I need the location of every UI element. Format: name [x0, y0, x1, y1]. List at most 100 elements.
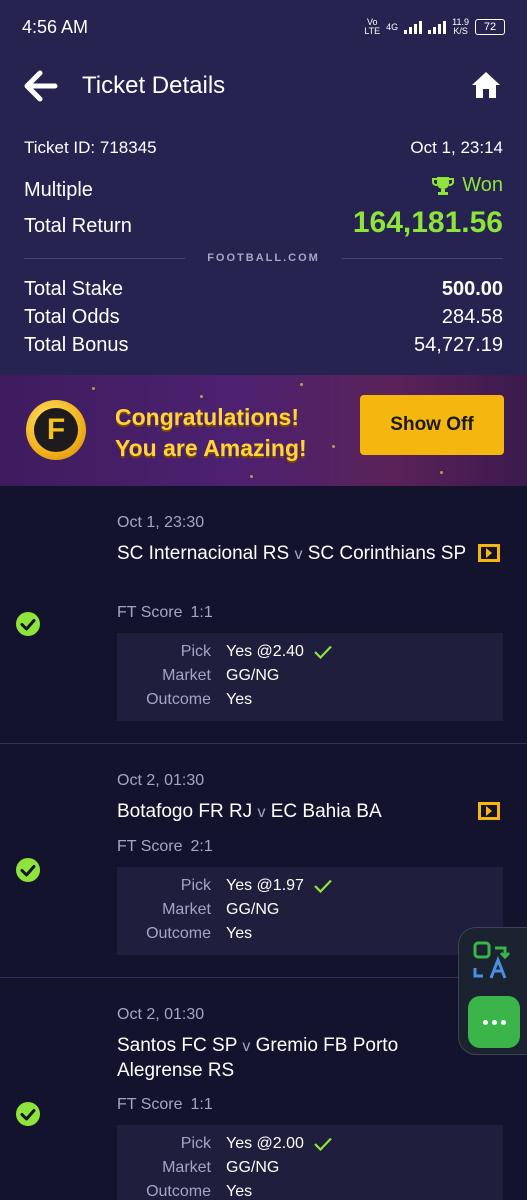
- market-value: GG/NG: [226, 901, 280, 918]
- pick-value: Yes @2.40: [226, 643, 332, 661]
- outcome-label: Outcome: [146, 1183, 211, 1200]
- match-card[interactable]: Oct 2, 01:30 Santos FC SP v Gremio FB Po…: [0, 978, 527, 1200]
- check-icon: [314, 1137, 332, 1151]
- logo-letter: F: [34, 408, 78, 452]
- match-date: Oct 2, 01:30: [117, 1006, 205, 1023]
- signal-icon-2: [428, 20, 447, 34]
- outcome-row: Outcome Yes: [117, 691, 503, 715]
- pick-text: Yes @2.40: [226, 643, 304, 660]
- check-circle-icon: [16, 612, 40, 636]
- more-dots-icon[interactable]: [468, 996, 520, 1048]
- market-row: Market GG/NG: [117, 667, 503, 691]
- market-value: GG/NG: [226, 667, 280, 684]
- net-speed: 11.9 K/S: [452, 18, 469, 36]
- ticket-id: Ticket ID: 718345: [24, 138, 157, 157]
- ticket-summary: Ticket ID: 718345 Oct 1, 23:14 Multiple …: [0, 118, 527, 375]
- ticket-type: Multiple: [24, 178, 93, 201]
- congrats-line2: You are Amazing!: [115, 435, 307, 461]
- market-row: Market GG/NG: [117, 901, 503, 925]
- total-stake-value: 500.00: [441, 278, 503, 300]
- football-logo-icon: F: [26, 400, 86, 460]
- app-header: Ticket Details: [0, 54, 527, 118]
- sparkle: [332, 445, 335, 448]
- ticket-id-row: Ticket ID: 718345 Oct 1, 23:14: [24, 138, 503, 158]
- show-off-button[interactable]: Show Off: [360, 395, 504, 455]
- pick-row: Pick Yes @2.00: [117, 1135, 503, 1159]
- total-odds-label: Total Odds: [24, 306, 120, 328]
- divider-line-left: [24, 257, 186, 259]
- match-date: Oct 2, 01:30: [117, 772, 205, 789]
- status-text: Won: [462, 174, 503, 196]
- sparkle: [250, 475, 253, 478]
- brand-divider: FOOTBALL.COM: [24, 248, 504, 268]
- bet-details: Pick Yes @2.00 Market GG/NG Outcome Yes: [117, 1125, 503, 1200]
- match-card[interactable]: Oct 2, 01:30 Botafogo FR RJ v EC Bahia B…: [0, 744, 527, 978]
- pick-text: Yes @1.97: [226, 877, 304, 894]
- sparkle: [440, 471, 443, 474]
- outcome-row: Outcome Yes: [117, 925, 503, 949]
- brand-logo: FOOTBALL.COM: [207, 252, 320, 264]
- sparkle: [92, 387, 95, 390]
- network-type: 4G: [386, 21, 399, 32]
- total-return-label: Total Return: [24, 215, 132, 237]
- versus: v: [257, 804, 266, 821]
- ft-score: FT Score 1:1: [117, 1096, 213, 1114]
- market-label: Market: [162, 1159, 211, 1176]
- total-bonus-value: 54,727.19: [414, 334, 503, 356]
- trophy-icon: [432, 176, 455, 195]
- pick-label: Pick: [180, 1135, 211, 1152]
- divider-line-right: [341, 257, 504, 259]
- outcome-label: Outcome: [146, 691, 211, 708]
- outcome-value: Yes: [226, 691, 253, 708]
- ticket-datetime: Oct 1, 23:14: [410, 138, 503, 157]
- back-arrow-icon[interactable]: [24, 70, 58, 102]
- pick-value: Yes @2.00: [226, 1135, 332, 1153]
- battery-icon: 72: [475, 19, 505, 35]
- translate-icon[interactable]: [471, 940, 513, 982]
- check-icon: [314, 645, 332, 659]
- ft-score-value: 1:1: [190, 604, 213, 621]
- bet-details: Pick Yes @2.40 Market GG/NG Outcome Yes: [117, 633, 503, 721]
- total-odds-row: Total Odds 284.58: [24, 306, 503, 329]
- match-tracker-icon[interactable]: [478, 802, 500, 820]
- status-badge: Won: [432, 174, 503, 197]
- outcome-value: Yes: [226, 925, 253, 942]
- match-tracker-icon[interactable]: [478, 544, 500, 562]
- total-bonus-label: Total Bonus: [24, 334, 129, 356]
- status-bar: 4:56 AM Vo LTE 4G 11.9 K/S 72: [0, 0, 527, 54]
- match-teams: Botafogo FR RJ v EC Bahia BA: [117, 800, 467, 825]
- market-value: GG/NG: [226, 1159, 280, 1176]
- pick-row: Pick Yes @2.40: [117, 643, 503, 667]
- ft-score-label: FT Score: [117, 838, 183, 855]
- status-icons: Vo LTE 4G 11.9 K/S 72: [364, 18, 505, 36]
- versus: v: [294, 546, 303, 563]
- total-return-value: 164,181.56: [352, 206, 503, 239]
- outcome-label: Outcome: [146, 925, 211, 942]
- pick-row: Pick Yes @1.97: [117, 877, 503, 901]
- page-title: Ticket Details: [82, 72, 226, 99]
- ft-score: FT Score 2:1: [117, 838, 213, 856]
- pick-label: Pick: [180, 877, 211, 894]
- home-icon[interactable]: [471, 70, 501, 100]
- away-team: EC Bahia BA: [270, 801, 382, 822]
- total-stake-row: Total Stake 500.00: [24, 278, 503, 301]
- status-time: 4:56 AM: [22, 16, 89, 37]
- away-team: SC Corinthians SP: [307, 543, 467, 564]
- net-speed-unit: K/S: [453, 26, 468, 36]
- volte-line2: LTE: [364, 26, 381, 36]
- ft-score-label: FT Score: [117, 604, 183, 621]
- pick-text: Yes @2.00: [226, 1135, 304, 1152]
- match-teams: SC Internacional RS v SC Corinthians SP: [117, 542, 467, 567]
- home-team: Botafogo FR RJ: [117, 801, 253, 822]
- volte-indicator: Vo LTE: [364, 18, 380, 36]
- pick-value: Yes @1.97: [226, 877, 332, 895]
- ft-score-value: 2:1: [190, 838, 213, 855]
- home-team: Santos FC SP: [117, 1035, 238, 1056]
- check-circle-icon: [16, 1102, 40, 1126]
- versus: v: [242, 1038, 251, 1055]
- ft-score: FT Score 1:1: [117, 604, 213, 622]
- match-card[interactable]: Oct 1, 23:30 SC Internacional RS v SC Co…: [0, 486, 527, 744]
- total-stake-label: Total Stake: [24, 278, 123, 300]
- sparkle: [300, 383, 303, 386]
- ft-score-value: 1:1: [190, 1096, 213, 1113]
